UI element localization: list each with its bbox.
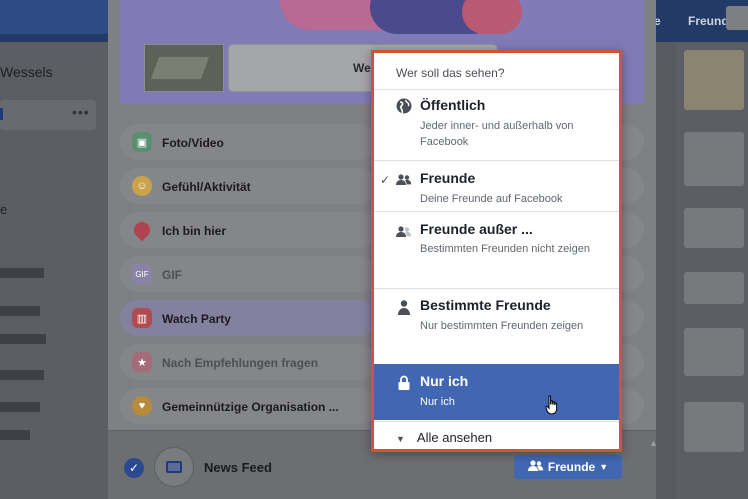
option-description: Nur ich	[420, 396, 455, 408]
chevron-down-icon: ▼	[599, 462, 609, 472]
option-description: Deine Freunde auf Facebook	[420, 193, 563, 205]
search-field[interactable]	[726, 6, 748, 30]
blurred-card	[684, 328, 744, 376]
option-gif[interactable]: GIF GIF	[120, 256, 378, 292]
friends-except-icon	[396, 224, 412, 240]
blurred-card	[684, 50, 744, 110]
option-check-in[interactable]: Ich bin hier	[120, 212, 378, 248]
gif-icon: GIF	[132, 264, 152, 284]
blurred-sidebar-item	[0, 334, 46, 344]
news-feed-label: News Feed	[204, 460, 272, 475]
blurred-card	[684, 272, 744, 304]
selection-indicator	[0, 108, 3, 120]
news-feed-icon	[154, 447, 194, 487]
option-watch-party[interactable]: ▥ Watch Party	[120, 300, 378, 336]
location-pin-icon	[130, 218, 154, 242]
photo-icon: ▣	[132, 132, 152, 152]
blurred-card	[684, 208, 744, 248]
hand-cursor-icon	[545, 395, 559, 415]
audience-selector-button[interactable]: Freunde ▼	[514, 455, 622, 479]
option-label: Watch Party	[162, 312, 231, 326]
smiley-icon: ☺	[132, 176, 152, 196]
audience-option-specific-friends[interactable]: Bestimmte Freunde Nur bestimmten Freunde…	[374, 289, 619, 363]
blurred-sidebar-item	[0, 268, 44, 278]
right-column	[676, 42, 748, 499]
option-description: Nur bestimmten Freunden zeigen	[420, 320, 584, 332]
option-label: Ich bin hier	[162, 224, 227, 238]
option-title: Bestimmte Freunde	[420, 297, 551, 313]
lock-icon	[396, 374, 412, 390]
option-label: GIF	[162, 268, 182, 282]
scroll-up-icon[interactable]: ▲	[649, 438, 658, 448]
option-description: Jeder inner- und außerhalb von Facebook	[420, 120, 574, 148]
blurred-sidebar-item	[0, 370, 44, 380]
see-all-link[interactable]: ▼ Alle ansehen	[396, 430, 492, 445]
see-all-label: Alle ansehen	[416, 430, 493, 445]
option-label: Nach Empfehlungen fragen	[162, 356, 319, 370]
option-description: Bestimmten Freunden nicht zeigen	[420, 243, 590, 255]
audience-dropdown: Wer soll das sehen? Öffentlich Jeder inn…	[371, 50, 622, 452]
option-label: Foto/Video	[162, 136, 224, 150]
option-nonprofit[interactable]: ♥ Gemeinnützige Organisation ...	[120, 388, 378, 424]
blurred-sidebar-item	[0, 430, 30, 440]
blurred-card	[684, 402, 744, 452]
option-title: Freunde	[420, 170, 476, 186]
more-options-icon[interactable]: •••	[72, 104, 90, 120]
sidebar-user-name[interactable]: Wessels	[0, 64, 53, 80]
sidebar-item-selected[interactable]: •••	[0, 100, 96, 130]
blurred-card	[684, 132, 744, 186]
option-feeling-activity[interactable]: ☺ Gefühl/Aktivität	[120, 168, 378, 204]
audience-option-only-me[interactable]: Nur ich Nur ich	[374, 364, 619, 420]
fundraiser-icon: ♥	[132, 396, 152, 416]
audience-button-label: Freunde	[547, 460, 596, 474]
friends-icon	[527, 459, 544, 475]
friends-icon	[396, 172, 412, 188]
illustration-shape	[462, 0, 522, 34]
left-sidebar: Wessels ••• e	[0, 42, 108, 499]
blurred-sidebar-item	[0, 306, 40, 316]
option-title: Freunde außer ...	[420, 221, 533, 237]
option-label: Gemeinnützige Organisation ...	[162, 400, 339, 414]
sidebar-text-fragment: e	[0, 202, 8, 217]
divider	[374, 421, 619, 422]
caret-down-icon: ▼	[396, 434, 405, 444]
recommendation-icon: ★	[132, 352, 152, 372]
option-label: Gefühl/Aktivität	[162, 180, 251, 194]
option-ask-recommendations[interactable]: ★ Nach Empfehlungen fragen	[120, 344, 378, 380]
thumbnail-content	[150, 57, 210, 79]
specific-friend-icon	[396, 299, 412, 315]
audience-option-friends[interactable]: ✓ Freunde Deine Freunde auf Facebook	[374, 161, 619, 211]
blurred-sidebar-item	[0, 402, 40, 412]
checkmark-icon[interactable]: ✓	[124, 458, 144, 478]
media-thumbnail[interactable]	[144, 44, 224, 92]
option-photo-video[interactable]: ▣ Foto/Video	[120, 124, 378, 160]
popcorn-icon: ▥	[132, 308, 152, 328]
audience-option-public[interactable]: Öffentlich Jeder inner- und außerhalb vo…	[374, 90, 619, 160]
profile-header-block	[0, 0, 108, 34]
audience-option-friends-except[interactable]: Freunde außer ... Bestimmten Freunden ni…	[374, 212, 619, 284]
option-title: Öffentlich	[420, 97, 486, 113]
dropdown-header: Wer soll das sehen?	[396, 66, 505, 80]
option-title: Nur ich	[420, 373, 469, 389]
globe-icon	[396, 98, 412, 114]
checkmark-icon: ✓	[380, 173, 391, 187]
